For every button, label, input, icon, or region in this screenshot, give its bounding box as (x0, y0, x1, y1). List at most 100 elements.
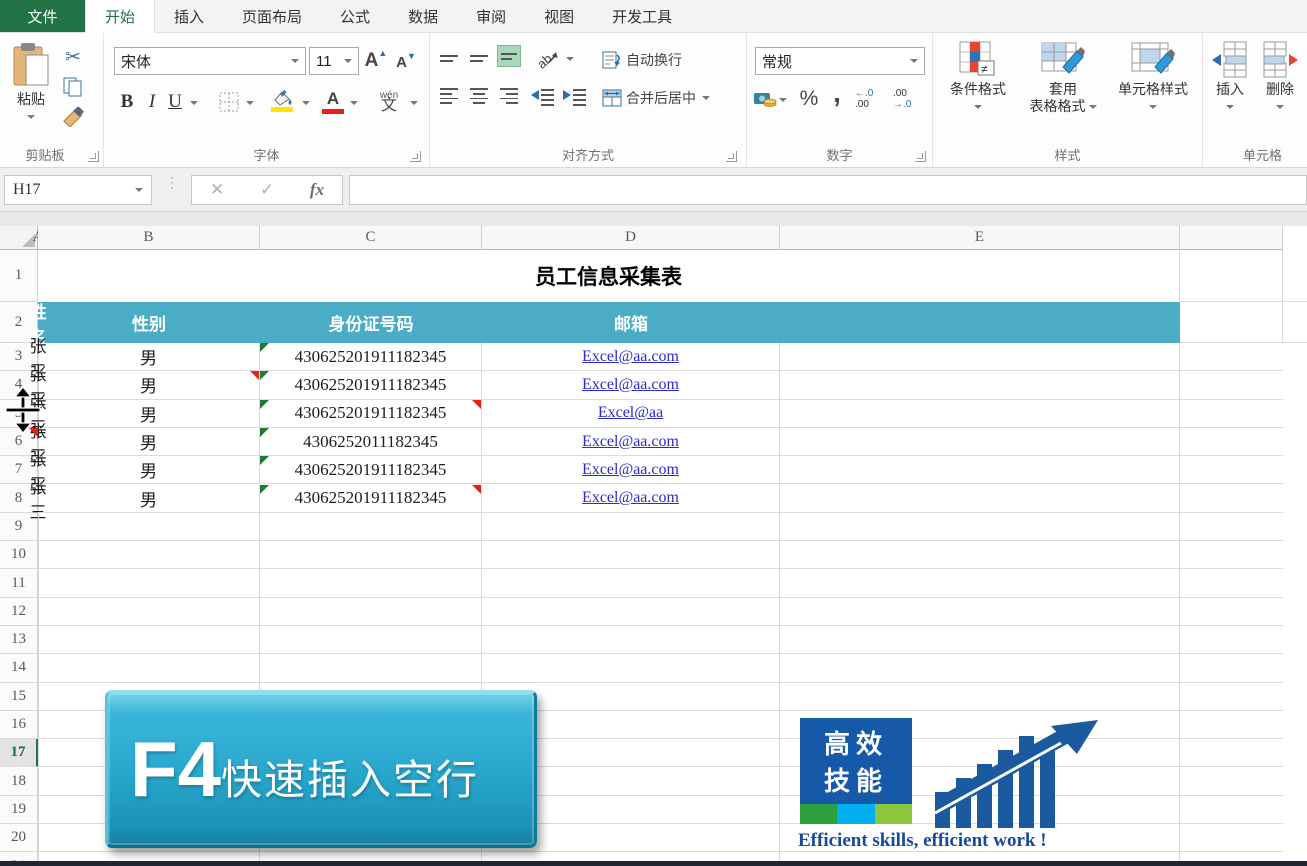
cell-F16[interactable] (1180, 711, 1283, 739)
cell-F8[interactable] (1180, 485, 1283, 513)
italic-button[interactable]: I (142, 89, 162, 115)
cell-E9[interactable] (780, 513, 1180, 541)
insert-cells-caret[interactable] (1226, 105, 1234, 109)
insert-cells-button[interactable]: 插入 (1207, 41, 1253, 114)
conditional-formatting-button[interactable]: ≠ 条件格式 (937, 41, 1019, 114)
align-top-button[interactable] (437, 47, 461, 69)
align-middle-button[interactable] (467, 47, 491, 69)
font-color-caret[interactable] (350, 101, 358, 105)
decrease-decimal-button[interactable]: .00 →.0 (893, 85, 927, 113)
header-cell-1[interactable]: 性别 (38, 302, 260, 343)
cell-C7[interactable]: 430625201911182345 (260, 456, 482, 484)
cell-B13[interactable] (38, 626, 260, 654)
borders-caret[interactable] (246, 101, 254, 105)
cell-E11[interactable] (780, 569, 1180, 597)
cell-C12[interactable] (260, 598, 482, 626)
cell-F4[interactable] (1180, 371, 1283, 399)
cell-C13[interactable] (260, 626, 482, 654)
comma-style-button[interactable]: , (827, 79, 847, 107)
cell-D10[interactable] (482, 541, 780, 569)
insert-function-button[interactable]: fx (310, 180, 324, 200)
name-box-caret[interactable] (135, 188, 143, 192)
cell-C10[interactable] (260, 541, 482, 569)
cancel-button[interactable]: ✕ (210, 180, 224, 200)
borders-button[interactable] (216, 89, 242, 115)
accounting-caret[interactable] (779, 98, 787, 102)
cell-E14[interactable] (780, 654, 1180, 682)
fill-color-caret[interactable] (302, 101, 310, 105)
cell-F1[interactable] (1283, 250, 1307, 302)
cell-E4[interactable] (780, 371, 1180, 399)
wrap-text-button[interactable]: 自动换行 (602, 47, 732, 73)
cell-C11[interactable] (260, 569, 482, 597)
ribbon-tab-6[interactable]: 视图 (525, 0, 593, 32)
cell-C3[interactable]: 430625201911182345 (260, 343, 482, 371)
cell-B10[interactable] (38, 541, 260, 569)
align-left-button[interactable] (437, 85, 461, 107)
clipboard-dialog-launcher[interactable] (88, 151, 99, 162)
cell-B11[interactable] (38, 569, 260, 597)
row-header-20[interactable]: 20 (0, 824, 38, 852)
column-header-B[interactable]: B (38, 226, 260, 250)
cell-F7[interactable] (1180, 456, 1283, 484)
cell-E12[interactable] (780, 598, 1180, 626)
format-painter-button[interactable] (58, 105, 88, 129)
cell-F12[interactable] (1180, 598, 1283, 626)
cell-F20[interactable] (1180, 824, 1283, 852)
column-header-E[interactable]: E (780, 226, 1180, 250)
cell-B7[interactable]: 男 (38, 456, 260, 484)
cell-F18[interactable] (1180, 768, 1283, 796)
cell-E8[interactable] (780, 485, 1180, 513)
phonetic-guide-button[interactable]: wén 文 (372, 85, 406, 117)
align-bottom-button[interactable] (497, 45, 521, 67)
merge-center-caret[interactable] (702, 96, 710, 100)
row-header-15[interactable]: 15 (0, 683, 38, 711)
cell-F15[interactable] (1180, 683, 1283, 711)
align-right-button[interactable] (497, 85, 521, 107)
decrease-font-size-button[interactable]: A▼ (392, 49, 420, 75)
font-dialog-launcher[interactable] (410, 151, 421, 162)
row-header-12[interactable]: 12 (0, 598, 38, 626)
formula-input[interactable] (349, 175, 1307, 205)
cell-D3[interactable]: Excel@aa.com (482, 343, 780, 371)
row-header-18[interactable]: 18 (0, 768, 38, 796)
cell-C6[interactable]: 4306252011182345 (260, 428, 482, 456)
cell-title-merged[interactable]: 员工信息采集表 (38, 250, 1180, 302)
bold-button[interactable]: B (116, 89, 138, 115)
cell-E7[interactable] (780, 456, 1180, 484)
underline-caret[interactable] (190, 101, 198, 105)
cell-D6[interactable]: Excel@aa.com (482, 428, 780, 456)
alignment-dialog-launcher[interactable] (726, 151, 737, 162)
delete-cells-button[interactable]: 删除 (1257, 41, 1303, 114)
row-header-13[interactable]: 13 (0, 626, 38, 654)
cell-E13[interactable] (780, 626, 1180, 654)
underline-button[interactable]: U (164, 89, 186, 115)
row-header-19[interactable]: 19 (0, 796, 38, 824)
row-header-1[interactable]: 1 (0, 250, 38, 302)
cell-B3[interactable]: 男 (38, 343, 260, 371)
column-header-partial[interactable] (1180, 226, 1283, 250)
cell-C9[interactable] (260, 513, 482, 541)
cell-F2[interactable] (1283, 302, 1307, 343)
font-name-combobox[interactable]: 宋体 (114, 47, 306, 75)
cell-B9[interactable] (38, 513, 260, 541)
cell-F10[interactable] (1180, 541, 1283, 569)
cell-F14[interactable] (1180, 654, 1283, 682)
cell-D9[interactable] (482, 513, 780, 541)
paste-dropdown-caret[interactable] (27, 115, 35, 119)
enter-button[interactable]: ✓ (260, 180, 274, 200)
delete-cells-caret[interactable] (1276, 105, 1284, 109)
cell-B4[interactable]: 男 (38, 371, 260, 399)
cell-F9[interactable] (1180, 513, 1283, 541)
merge-center-button[interactable]: 合并后居中 (602, 85, 748, 111)
row-header-16[interactable]: 16 (0, 711, 38, 739)
name-box[interactable]: H17 (4, 175, 152, 205)
paste-button[interactable]: 粘贴 (6, 43, 56, 124)
accounting-format-button[interactable] (753, 87, 787, 113)
cell-F5[interactable] (1180, 400, 1283, 428)
cell-E5[interactable] (780, 400, 1180, 428)
cell-E15[interactable] (780, 683, 1180, 711)
increase-indent-button[interactable] (560, 85, 590, 109)
align-center-button[interactable] (467, 85, 491, 107)
cell-D12[interactable] (482, 598, 780, 626)
